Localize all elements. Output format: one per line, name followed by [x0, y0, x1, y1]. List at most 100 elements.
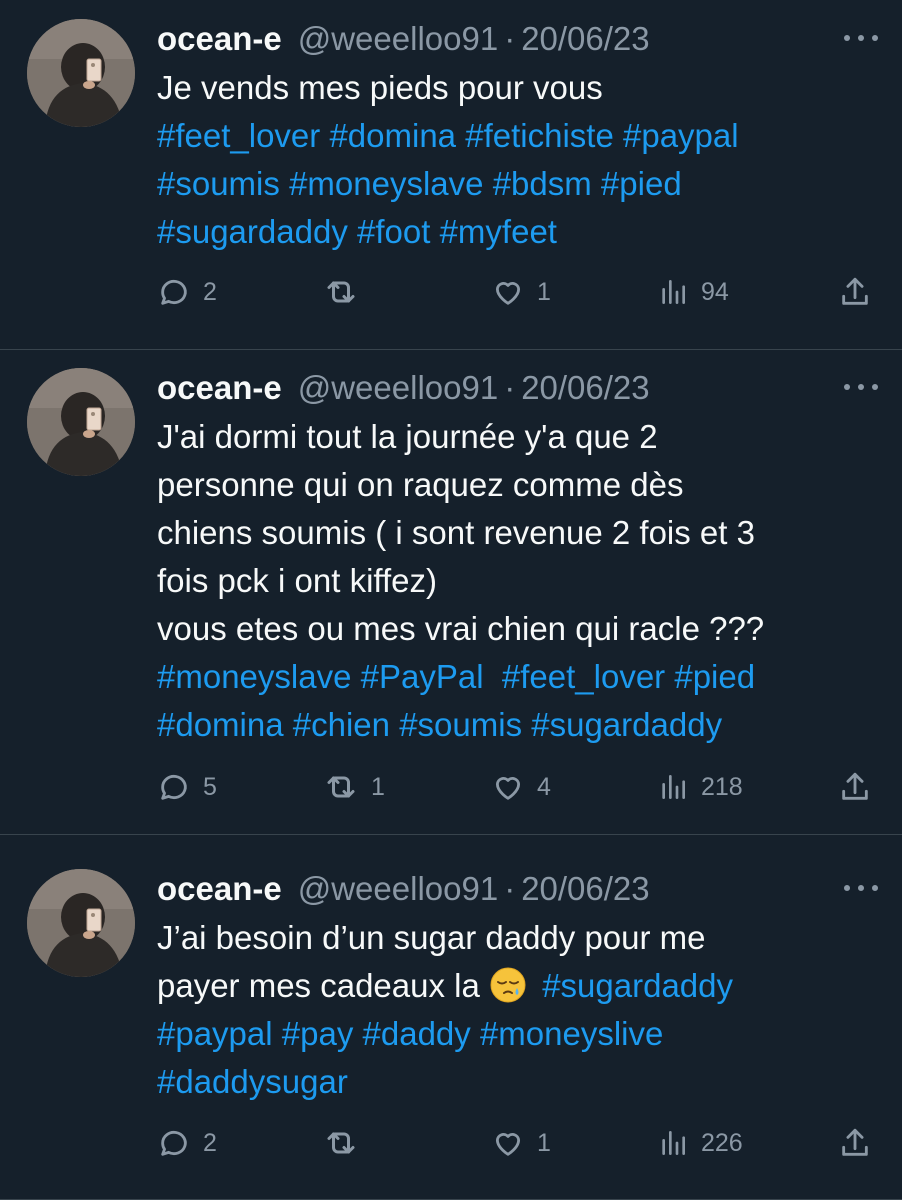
hashtag-link[interactable]: #paypal	[623, 117, 739, 154]
tweet[interactable]: ocean-e @weeelloo91 · 20/06/23 J'ai dorm…	[0, 350, 902, 835]
hashtag-link[interactable]: #myfeet	[440, 213, 557, 250]
separator-dot: ·	[504, 369, 516, 406]
tweet-text: Je vends mes pieds pour vous #feet_lover …	[157, 64, 878, 256]
more-icon[interactable]	[844, 878, 878, 898]
hashtag-link[interactable]: #bdsm	[493, 165, 592, 202]
tweet[interactable]: ocean-e @weeelloo91 · 20/06/23 Je vends …	[0, 0, 902, 350]
tweet[interactable]: ocean-e @weeelloo91 · 20/06/23 J’ai beso…	[0, 835, 902, 1200]
retweet-button[interactable]: 1	[323, 765, 385, 809]
hashtag-link[interactable]: #daddysugar	[157, 1063, 348, 1100]
like-button[interactable]: 1	[491, 270, 551, 314]
display-name[interactable]: ocean-e	[157, 20, 282, 58]
hashtag-link[interactable]: #pied	[674, 658, 755, 695]
display-name[interactable]: ocean-e	[157, 369, 282, 407]
hashtag-link[interactable]: #domina	[157, 706, 284, 743]
reply-button[interactable]: 2	[157, 1121, 217, 1165]
hashtag-link[interactable]: #pay	[282, 1015, 354, 1052]
user-handle[interactable]: @weeelloo91	[298, 870, 498, 908]
tweet-text-span	[484, 165, 493, 202]
heart-icon	[491, 1126, 525, 1160]
retweet-button[interactable]	[323, 1121, 371, 1165]
views-button[interactable]: 226	[657, 1121, 743, 1165]
like-button[interactable]: 1	[491, 1121, 551, 1165]
tweet-header: ocean-e @weeelloo91 · 20/06/23	[157, 363, 878, 413]
view-count: 218	[701, 772, 743, 801]
hashtag-link[interactable]: #feet_lover	[157, 117, 320, 154]
reply-count: 2	[203, 277, 217, 306]
share-button[interactable]	[838, 1121, 872, 1165]
user-handle[interactable]: @weeelloo91	[298, 369, 498, 407]
hashtag-link[interactable]: #daddy	[363, 1015, 471, 1052]
tweet-text: J’ai besoin d’un sugar daddy pour me paye…	[157, 914, 878, 1106]
tweet-text-span: fois pck i ont kiffez)	[157, 562, 438, 599]
share-icon	[838, 275, 872, 309]
tweet-date[interactable]: 20/06/23	[521, 369, 649, 407]
retweet-icon	[323, 274, 359, 310]
tweet-text-span	[665, 658, 674, 695]
hashtag-link[interactable]: #sugardaddy	[542, 967, 733, 1004]
tweet-text-span	[348, 213, 357, 250]
tweet-text-span	[614, 117, 623, 154]
tweet-header: ocean-e @weeelloo91 · 20/06/23	[157, 864, 878, 914]
share-button[interactable]	[838, 765, 872, 809]
tweet-text-span: J'ai dormi tout la journée y'a que 2	[157, 418, 658, 455]
user-handle[interactable]: @weeelloo91	[298, 20, 498, 58]
tweet-text-line: #moneyslave #PayPal #feet_lover #pied	[157, 653, 878, 701]
tweet-text-line: personne qui on raquez comme dès	[157, 461, 878, 509]
retweet-button[interactable]	[323, 270, 371, 314]
tweet-text-span	[390, 706, 399, 743]
tweet-text-line: #soumis #moneyslave #bdsm #pied	[157, 160, 878, 208]
share-button[interactable]	[838, 270, 872, 314]
retweet-icon	[323, 769, 359, 805]
tweet-actions: 2 1 94	[157, 270, 872, 314]
tweet-text-span: payer mes cadeaux la	[157, 967, 490, 1004]
hashtag-link[interactable]: #chien	[293, 706, 390, 743]
tweet-text-span: J’ai besoin d’un sugar daddy pour me	[157, 919, 706, 956]
tweet-text-span	[430, 213, 439, 250]
more-icon[interactable]	[844, 28, 878, 48]
views-button[interactable]: 218	[657, 765, 743, 809]
more-icon[interactable]	[844, 377, 878, 397]
tweet-text-span	[592, 165, 601, 202]
like-button[interactable]: 4	[491, 765, 551, 809]
hashtag-link[interactable]: #moneyslave	[289, 165, 483, 202]
hashtag-link[interactable]: #PayPal	[361, 658, 484, 695]
hashtag-link[interactable]: #foot	[357, 213, 430, 250]
hashtag-link[interactable]: #moneyslave	[157, 658, 351, 695]
hashtag-link[interactable]: #sugardaddy	[531, 706, 722, 743]
tweet-content: ocean-e @weeelloo91 · 20/06/23 J’ai beso…	[157, 864, 878, 1106]
tweet-date[interactable]: 20/06/23	[521, 870, 649, 908]
tweet-text-span	[456, 117, 465, 154]
tweet-text-span	[484, 658, 502, 695]
tweet-actions: 5 1 4 218	[157, 765, 872, 809]
display-name[interactable]: ocean-e	[157, 870, 282, 908]
reply-button[interactable]: 5	[157, 765, 217, 809]
hashtag-link[interactable]: #pied	[601, 165, 682, 202]
reply-button[interactable]: 2	[157, 270, 217, 314]
tweet-text-line: #sugardaddy #foot #myfeet	[157, 208, 878, 256]
views-button[interactable]: 94	[657, 270, 729, 314]
tweet-text-line: vous etes ou mes vrai chien qui racle ??…	[157, 605, 878, 653]
tweet-text-line: fois pck i ont kiffez)	[157, 557, 878, 605]
tweet-text-span	[284, 706, 293, 743]
tweet-date[interactable]: 20/06/23	[521, 20, 649, 58]
hashtag-link[interactable]: #fetichiste	[465, 117, 614, 154]
hashtag-link[interactable]: #moneyslive	[480, 1015, 663, 1052]
retweet-icon	[323, 1125, 359, 1161]
hashtag-link[interactable]: #soumis	[399, 706, 522, 743]
reply-icon	[157, 275, 191, 309]
retweet-count: 1	[371, 772, 385, 801]
avatar[interactable]	[27, 368, 135, 476]
avatar[interactable]	[27, 869, 135, 977]
hashtag-link[interactable]: #paypal	[157, 1015, 273, 1052]
tweet-text-span: personne qui on raquez comme dès	[157, 466, 684, 503]
avatar[interactable]	[27, 19, 135, 127]
hashtag-link[interactable]: #sugardaddy	[157, 213, 348, 250]
heart-icon	[491, 275, 525, 309]
sleepy-face-emoji	[489, 966, 527, 1004]
views-icon	[657, 771, 689, 803]
hashtag-link[interactable]: #soumis	[157, 165, 280, 202]
tweet-text-line: #paypal #pay #daddy #moneyslive	[157, 1010, 878, 1058]
hashtag-link[interactable]: #domina	[329, 117, 456, 154]
hashtag-link[interactable]: #feet_lover	[502, 658, 665, 695]
